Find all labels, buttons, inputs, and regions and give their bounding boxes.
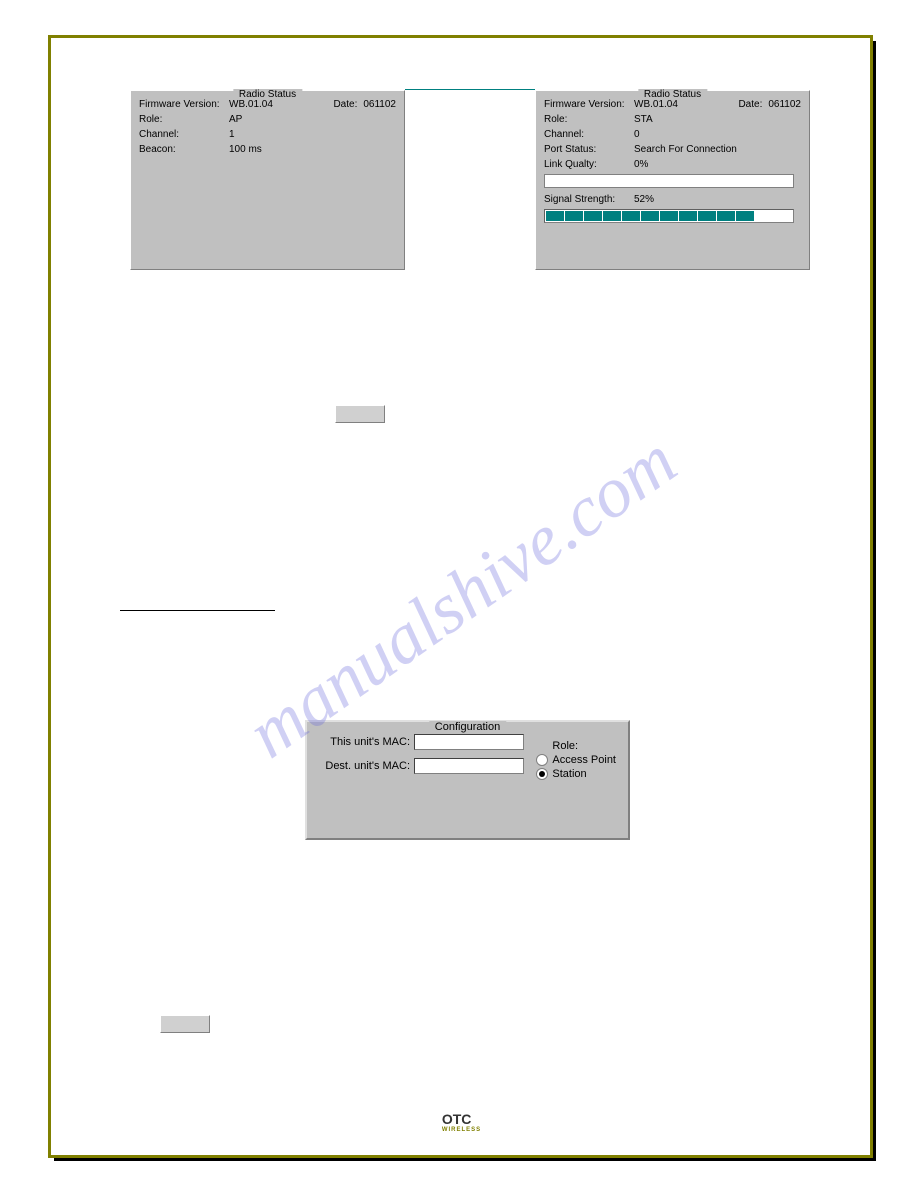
page-content: Radio Status Firmware Version: WB.01.04 …: [60, 45, 863, 1148]
section-underline: [120, 610, 275, 611]
button-placeholder-1[interactable]: [335, 405, 385, 423]
role-value: AP: [229, 114, 396, 125]
date-value: 061102: [768, 99, 801, 110]
radio-access-point[interactable]: [536, 754, 548, 766]
radio-station[interactable]: [536, 768, 548, 780]
config-title: Configuration: [429, 721, 506, 733]
date-label: Date:: [333, 99, 357, 110]
firmware-label: Firmware Version:: [139, 99, 229, 110]
button-placeholder-2[interactable]: [160, 1015, 210, 1033]
channel-label: Channel:: [544, 129, 634, 140]
this-mac-input[interactable]: [414, 734, 524, 750]
port-status-label: Port Status:: [544, 144, 634, 155]
firmware-value: WB.01.04: [634, 99, 730, 110]
signal-strength-bar: [544, 209, 794, 223]
beacon-value: 100 ms: [229, 144, 396, 155]
channel-value: 0: [634, 129, 801, 140]
date-value: 061102: [363, 99, 396, 110]
footer-logo: OTC WIRELESS: [442, 1111, 481, 1133]
dest-mac-input[interactable]: [414, 758, 524, 774]
brand-subtext: WIRELESS: [442, 1127, 481, 1133]
role-sta-label: Station: [552, 768, 586, 780]
firmware-value: WB.01.04: [229, 99, 325, 110]
port-status-value: Search For Connection: [634, 144, 801, 155]
radio-status-panel-sta: Radio Status Firmware Version: WB.01.04 …: [535, 90, 810, 270]
role-title: Role:: [552, 740, 616, 752]
this-mac-label: This unit's MAC:: [319, 736, 414, 748]
signal-strength-label: Signal Strength:: [544, 194, 634, 205]
role-label: Role:: [139, 114, 229, 125]
radio-status-panel-ap: Radio Status Firmware Version: WB.01.04 …: [130, 90, 405, 270]
beacon-label: Beacon:: [139, 144, 229, 155]
role-value: STA: [634, 114, 801, 125]
link-quality-label: Link Qualty:: [544, 159, 634, 170]
date-label: Date:: [738, 99, 762, 110]
divider-line: [405, 89, 535, 90]
link-quality-bar: [544, 174, 794, 188]
role-group: Role: Access Point Station: [536, 740, 616, 782]
role-ap-label: Access Point: [552, 754, 616, 766]
channel-label: Channel:: [139, 129, 229, 140]
firmware-label: Firmware Version:: [544, 99, 634, 110]
link-quality-value: 0%: [634, 159, 801, 170]
dest-mac-label: Dest. unit's MAC:: [319, 760, 414, 772]
panel-title: Radio Status: [638, 89, 707, 100]
role-label: Role:: [544, 114, 634, 125]
brand-text: OTC: [442, 1111, 472, 1127]
channel-value: 1: [229, 129, 396, 140]
panel-title: Radio Status: [233, 89, 302, 100]
configuration-panel: Configuration This unit's MAC: Dest. uni…: [305, 720, 630, 840]
signal-strength-value: 52%: [634, 194, 801, 205]
